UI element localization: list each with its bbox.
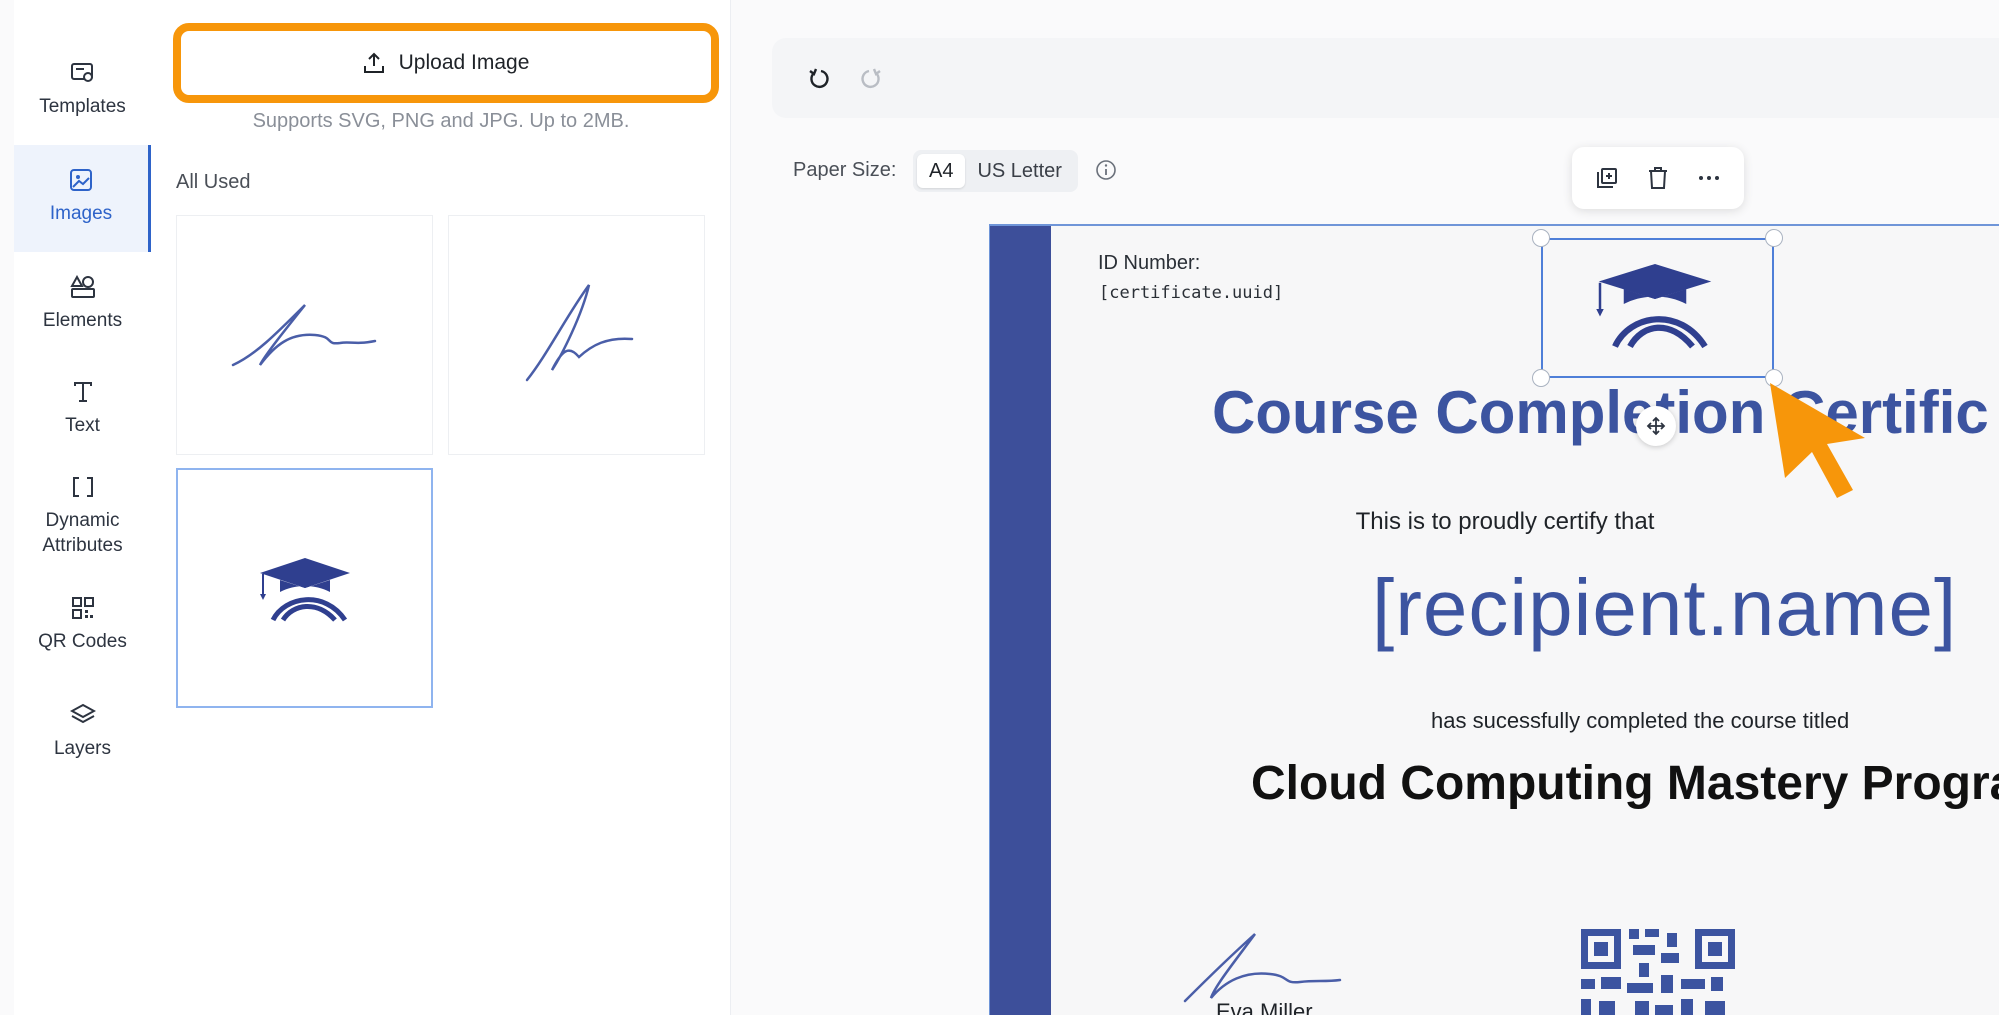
undo-icon	[809, 68, 829, 88]
recipient-name[interactable]: [recipient.name]	[1372, 562, 1957, 654]
signer-name[interactable]: Eva Miller	[1216, 999, 1313, 1015]
upload-hint: Supports SVG, PNG and JPG. Up to 2MB.	[252, 110, 630, 132]
templates-icon	[68, 58, 98, 88]
duplicate-button[interactable]	[1590, 161, 1624, 195]
resize-handle-top-left[interactable]	[1532, 229, 1550, 247]
redo-button[interactable]	[854, 62, 888, 96]
certificate-side-band	[990, 226, 1051, 1015]
image-thumbnail-signature-1[interactable]	[176, 215, 433, 455]
section-title: All Used	[176, 171, 251, 193]
sidebar-item-label: QR Codes	[38, 631, 127, 652]
sidebar-item-qr-codes[interactable]: QR Codes	[14, 593, 151, 654]
sidebar-item-label: Images	[49, 203, 113, 224]
upload-icon	[363, 52, 384, 73]
sidebar-item-label: Elements	[42, 310, 123, 331]
course-title[interactable]: Cloud Computing Mastery Progra	[1251, 756, 1999, 811]
signature-image	[525, 284, 633, 382]
sidebar-item-label: Layers	[53, 738, 112, 759]
canvas-toolbar	[772, 38, 1999, 118]
resize-handle-top-right[interactable]	[1765, 229, 1783, 247]
sidebar-item-dynamic-attributes[interactable]: Dynamic Attributes	[14, 472, 151, 558]
resize-handle-bottom-left[interactable]	[1532, 369, 1550, 387]
shapes-icon	[68, 272, 98, 302]
text-icon	[68, 377, 98, 407]
images-panel: Upload Image Supports SVG, PNG and JPG. …	[151, 0, 731, 1015]
qr-code-image[interactable]	[1581, 929, 1735, 1015]
duplicate-icon	[1597, 168, 1618, 188]
sidebar-item-label: Templates	[39, 96, 126, 117]
trash-icon	[1648, 167, 1667, 189]
cursor-arrow-icon	[1770, 383, 1865, 498]
image-thumbnail-graduation-logo[interactable]	[176, 468, 433, 708]
info-icon[interactable]	[1095, 159, 1117, 181]
id-number-value[interactable]: [certificate.uuid]	[1099, 283, 1283, 303]
image-thumbnail-signature-2[interactable]	[448, 215, 705, 455]
sidebar-item-elements[interactable]: Elements	[14, 272, 151, 333]
sidebar-item-layers[interactable]: Layers	[14, 700, 151, 761]
id-number-label[interactable]: ID Number:	[1098, 252, 1200, 275]
certificate-signature[interactable]	[1175, 926, 1355, 1006]
brackets-icon	[68, 472, 98, 502]
selection-box[interactable]	[1541, 238, 1774, 378]
upload-highlight: Upload Image	[173, 23, 719, 103]
undo-button[interactable]	[802, 62, 836, 96]
element-toolbar	[1572, 147, 1744, 209]
delete-button[interactable]	[1641, 161, 1675, 195]
left-sidebar: Templates Images Elements Text Dynamic A…	[14, 0, 151, 1015]
sidebar-item-images[interactable]: Images	[14, 145, 151, 252]
sidebar-item-label: Text	[65, 415, 100, 436]
more-icon	[1698, 176, 1719, 180]
paper-size-selector: A4 US Letter	[913, 150, 1078, 192]
paper-option-a4[interactable]: A4	[917, 154, 966, 188]
layers-icon	[68, 700, 98, 730]
upload-image-label: Upload Image	[398, 51, 530, 74]
signature-image	[231, 304, 376, 367]
paper-option-us-letter[interactable]: US Letter	[965, 154, 1073, 188]
completed-text[interactable]: has sucessfully completed the course tit…	[1431, 708, 1849, 734]
upload-image-button[interactable]: Upload Image	[181, 31, 711, 95]
sidebar-item-text[interactable]: Text	[14, 377, 151, 438]
certificate-canvas[interactable]: ID Number: [certificate.uuid] Course Com…	[989, 224, 1999, 1015]
move-icon	[1646, 416, 1666, 436]
image-icon	[66, 165, 96, 195]
sidebar-item-templates[interactable]: Templates	[14, 58, 151, 119]
graduation-cap-icon	[259, 558, 350, 622]
sidebar-item-label: Dynamic Attributes	[42, 510, 123, 556]
redo-icon	[861, 68, 881, 88]
more-options-button[interactable]	[1692, 161, 1726, 195]
certify-text[interactable]: This is to proudly certify that	[990, 508, 1999, 536]
paper-size-label: Paper Size:	[793, 159, 897, 181]
qr-icon	[68, 593, 98, 623]
move-handle[interactable]	[1636, 406, 1676, 446]
